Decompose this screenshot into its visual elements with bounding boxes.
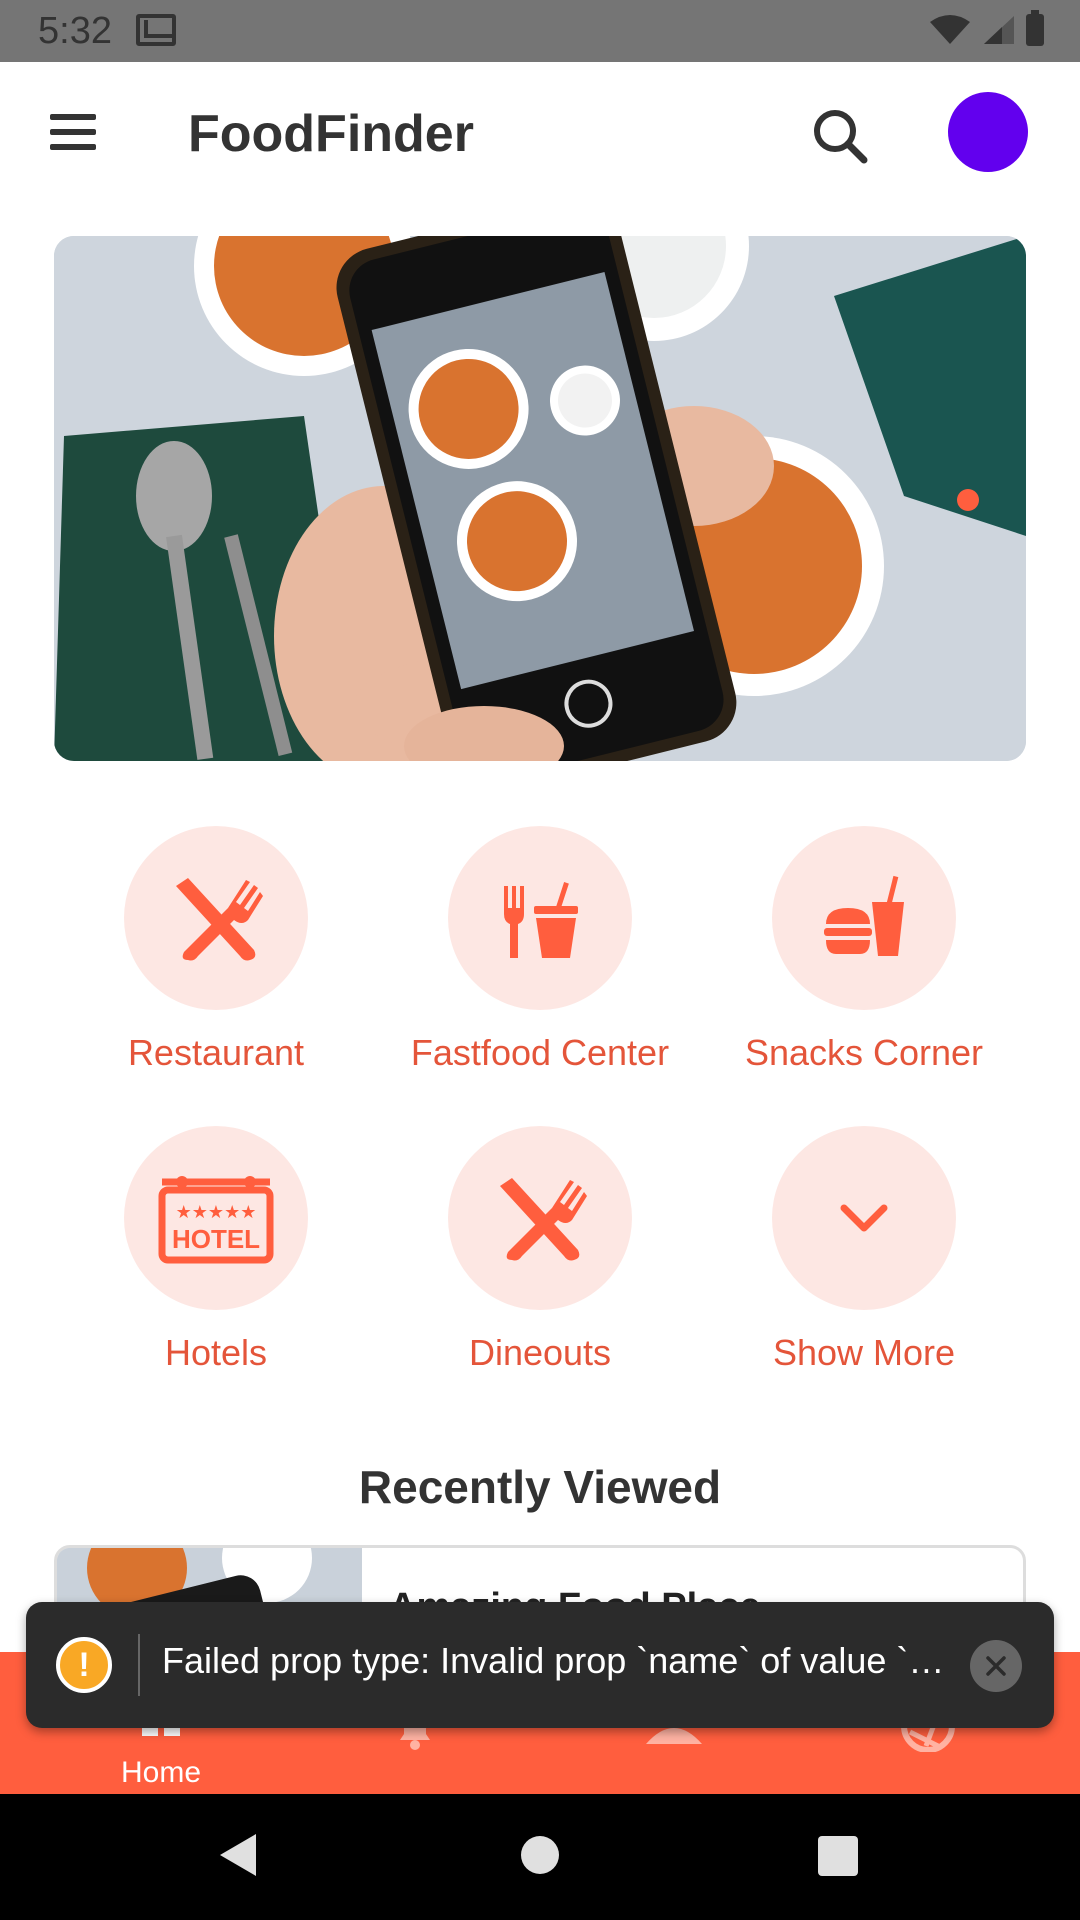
category-snacks-corner[interactable]: Snacks Corner bbox=[702, 826, 1026, 1074]
toast-message: Failed prop type: Invalid prop `name` of… bbox=[162, 1640, 945, 1681]
app-bar: FoodFinder bbox=[0, 62, 1080, 212]
fastfood-icon bbox=[504, 882, 578, 958]
category-label: Show More bbox=[772, 1332, 956, 1373]
avatar[interactable] bbox=[948, 92, 1028, 172]
error-toast[interactable]: ! Failed prop type: Invalid prop `name` … bbox=[26, 1602, 1054, 1728]
section-title-recently-viewed: Recently Viewed bbox=[358, 1461, 722, 1513]
battery-icon bbox=[1026, 10, 1044, 46]
category-hotels[interactable]: ★★★★★ HOTEL Hotels bbox=[54, 1126, 378, 1374]
status-bar: 5:32 bbox=[0, 0, 1080, 62]
category-circle: ★★★★★ HOTEL bbox=[124, 1126, 308, 1310]
gmail-notification-icon bbox=[136, 14, 176, 46]
category-circle bbox=[772, 1126, 956, 1310]
wifi-icon bbox=[930, 15, 970, 44]
svg-text:★★★★★: ★★★★★ bbox=[176, 1202, 257, 1223]
category-circle bbox=[448, 1126, 632, 1310]
category-show-more[interactable]: Show More bbox=[702, 1126, 1026, 1374]
category-circle bbox=[124, 826, 308, 1010]
category-label: Snacks Corner bbox=[744, 1032, 984, 1073]
nav-label: Home bbox=[120, 1756, 202, 1789]
category-label: Hotels bbox=[164, 1332, 268, 1373]
category-dineouts[interactable]: Dineouts bbox=[378, 1126, 702, 1374]
system-nav-bar bbox=[0, 1794, 1080, 1920]
utensils-icon bbox=[500, 1178, 587, 1261]
hotel-icon: ★★★★★ HOTEL bbox=[158, 1176, 274, 1264]
menu-icon bbox=[50, 114, 96, 120]
warning-icon: ! bbox=[56, 1637, 112, 1693]
category-restaurant[interactable]: Restaurant bbox=[54, 826, 378, 1074]
category-circle bbox=[772, 826, 956, 1010]
utensils-icon bbox=[176, 878, 263, 961]
home-circle-icon[interactable] bbox=[516, 1830, 564, 1880]
app-title: FoodFinder bbox=[188, 105, 474, 163]
hero-image bbox=[54, 236, 1026, 761]
category-label: Fastfood Center bbox=[410, 1032, 670, 1073]
carousel-dot[interactable] bbox=[957, 489, 979, 511]
toast-divider bbox=[138, 1634, 140, 1696]
category-label: Restaurant bbox=[127, 1032, 305, 1073]
search-icon[interactable] bbox=[810, 106, 870, 166]
toast-close-button[interactable] bbox=[970, 1640, 1022, 1692]
svg-text:HOTEL: HOTEL bbox=[172, 1224, 260, 1254]
signal-icon bbox=[984, 16, 1014, 44]
menu-button[interactable] bbox=[50, 114, 110, 158]
hero-banner[interactable] bbox=[54, 236, 1026, 761]
close-icon bbox=[986, 1656, 1006, 1676]
chevron-down-icon bbox=[840, 1204, 888, 1232]
status-icons bbox=[928, 10, 1044, 46]
category-fastfood-center[interactable]: Fastfood Center bbox=[378, 826, 702, 1074]
snacks-icon bbox=[824, 875, 904, 956]
category-label: Dineouts bbox=[468, 1332, 612, 1373]
category-circle bbox=[448, 826, 632, 1010]
status-time: 5:32 bbox=[38, 10, 112, 52]
recents-icon[interactable] bbox=[816, 1830, 860, 1880]
back-icon[interactable] bbox=[216, 1830, 260, 1880]
